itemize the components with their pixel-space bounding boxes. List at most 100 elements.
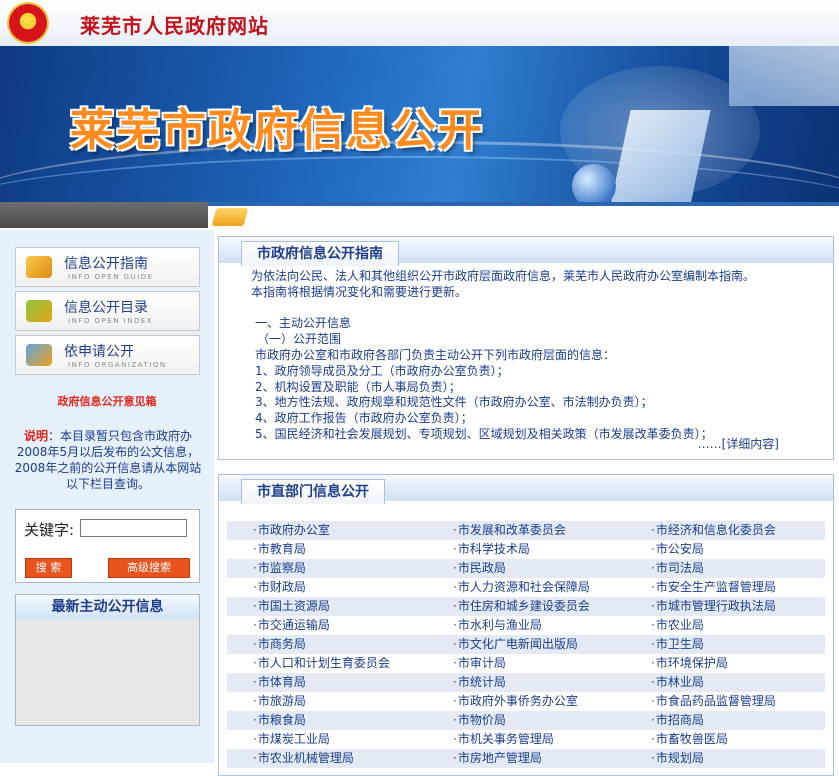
nav-strip <box>0 202 839 228</box>
department-link[interactable]: 市统计局 <box>453 673 506 692</box>
latest-info-title: 最新主动公开信息 <box>16 595 199 619</box>
nav-apply-open[interactable]: 依申请公开 INFO ORGANIZATION <box>15 335 200 375</box>
feedback-link[interactable]: 政府信息公开意见箱 <box>0 393 214 409</box>
department-link[interactable]: 市林业局 <box>651 673 704 692</box>
keyword-label: 关键字: <box>24 521 75 539</box>
department-link[interactable]: 市房地产管理局 <box>453 749 542 768</box>
department-link[interactable]: 市交通运输局 <box>253 616 330 635</box>
department-row: 市国土资源局 市住房和城乡建设委员会 市城市管理行政执法局 <box>227 597 825 616</box>
guide-line: 3、地方性法规、政府规章和规范性文件（市政府办公室、市法制办负责）； <box>255 395 653 410</box>
department-link[interactable]: 市农业机械管理局 <box>253 749 354 768</box>
department-link[interactable]: 市畜牧兽医局 <box>651 730 728 749</box>
banner-corner-decoration <box>729 46 839 106</box>
departments-panel: 市直部门信息公开 市政府办公室 市发展和改革委员会 市经济和信息化委员会市教育局 市科… <box>218 474 834 776</box>
department-link[interactable]: 市政府办公室 <box>253 521 330 540</box>
guide-body: 为依法向公民、法人和其他组织公开市政府层面政府信息，莱芜市人民政府办公室编制本指… <box>251 269 811 443</box>
site-header: ★ 莱芜市人民政府网站 <box>0 0 839 47</box>
department-row: 市监察局 市民政局 市司法局 <box>227 559 825 578</box>
guide-line: 1、政府领导成员及分工（市政府办公室负责）； <box>255 363 509 378</box>
department-link[interactable]: 市司法局 <box>651 559 704 578</box>
department-link[interactable]: 市环境保护局 <box>651 654 728 673</box>
department-link[interactable]: 市旅游局 <box>253 692 306 711</box>
banner-title: 莱芜市政府信息公开 <box>70 105 484 156</box>
nav-sublabel: INFO OPEN INDEX <box>68 317 154 325</box>
advanced-search-button[interactable]: 高级搜索 <box>108 558 190 578</box>
nav-sublabel: INFO ORGANIZATION <box>68 361 167 369</box>
nav-info-open-guide[interactable]: 信息公开指南 INFO OPEN GUIDE <box>15 247 200 287</box>
department-link[interactable]: 市政府外事侨务办公室 <box>453 692 578 711</box>
books-icon <box>26 300 52 322</box>
banner: 莱芜市政府信息公开 <box>0 46 839 202</box>
department-link[interactable]: 市文化广电新闻出版局 <box>453 635 578 654</box>
department-link[interactable]: 市发展和改革委员会 <box>453 521 566 540</box>
department-link[interactable]: 市公安局 <box>651 540 704 559</box>
national-emblem-icon: ★ <box>9 4 47 42</box>
department-row: 市财政局 市人力资源和社会保障局 市安全生产监督管理局 <box>227 578 825 597</box>
department-row: 市政府办公室 市发展和改革委员会 市经济和信息化委员会 <box>227 521 825 540</box>
search-box: 关键字: 搜 索 高级搜索 <box>15 509 200 583</box>
department-link[interactable]: 市煤炭工业局 <box>253 730 330 749</box>
globe-illustration-icon <box>572 164 616 202</box>
department-link[interactable]: 市教育局 <box>253 540 306 559</box>
department-link[interactable]: 市体育局 <box>253 673 306 692</box>
department-link[interactable]: 市安全生产监督管理局 <box>651 578 776 597</box>
more-details-link[interactable]: ……[详细内容] <box>698 435 779 452</box>
nav-label: 信息公开指南 <box>64 256 148 272</box>
notice-label: 说明 <box>23 429 48 443</box>
department-row: 市商务局 市文化广电新闻出版局 市卫生局 <box>227 635 825 654</box>
department-link[interactable]: 市机关事务管理局 <box>453 730 554 749</box>
department-link[interactable]: 市卫生局 <box>651 635 704 654</box>
department-link[interactable]: 市财政局 <box>253 578 306 597</box>
department-link[interactable]: 市人力资源和社会保障局 <box>453 578 590 597</box>
department-link[interactable]: 市水利与渔业局 <box>453 616 542 635</box>
department-row: 市交通运输局 市水利与渔业局 市农业局 <box>227 616 825 635</box>
department-row: 市体育局 市统计局 市林业局 <box>227 673 825 692</box>
department-link[interactable]: 市商务局 <box>253 635 306 654</box>
department-link[interactable]: 市住房和城乡建设委员会 <box>453 597 590 616</box>
nav-label: 依申请公开 <box>64 344 134 360</box>
department-row: 市农业机械管理局 市房地产管理局 市规划局 <box>227 749 825 768</box>
department-row: 市人口和计划生育委员会 市审计局 市环境保护局 <box>227 654 825 673</box>
department-link[interactable]: 市人口和计划生育委员会 <box>253 654 390 673</box>
department-link[interactable]: 市农业局 <box>651 616 704 635</box>
nav-info-open-index[interactable]: 信息公开目录 INFO OPEN INDEX <box>15 291 200 331</box>
department-link[interactable]: 市食品药品监督管理局 <box>651 692 776 711</box>
guide-tab[interactable]: 市政府信息公开指南 <box>241 241 399 266</box>
departments-tab[interactable]: 市直部门信息公开 <box>241 479 385 504</box>
folder-icon <box>26 344 52 366</box>
department-row: 市旅游局 市政府外事侨务办公室 市食品药品监督管理局 <box>227 692 825 711</box>
strip-left <box>0 202 208 228</box>
guide-line: 2、机构设置及职能（市人事局负责）； <box>255 379 461 394</box>
guide-line: 一、主动公开信息 <box>255 316 352 331</box>
department-link[interactable]: 市监察局 <box>253 559 306 578</box>
department-link[interactable]: 市科学技术局 <box>453 540 530 559</box>
department-link[interactable]: 市经济和信息化委员会 <box>651 521 776 540</box>
department-link[interactable]: 市国土资源局 <box>253 597 330 616</box>
department-link[interactable]: 市民政局 <box>453 559 506 578</box>
sidebar: 信息公开指南 INFO OPEN GUIDE 信息公开目录 INFO OPEN … <box>0 230 214 763</box>
department-link[interactable]: 市粮食局 <box>253 711 306 730</box>
guide-line: （一）公开范围 <box>257 332 342 347</box>
department-row: 市教育局 市科学技术局 市公安局 <box>227 540 825 559</box>
guide-icon <box>26 256 52 278</box>
department-link[interactable]: 市物价局 <box>453 711 506 730</box>
keyword-input[interactable] <box>80 519 187 537</box>
guide-line: 市政府办公室和市政府各部门负责主动公开下列市政府层面的信息： <box>255 347 616 362</box>
guide-line: 4、政府工作报告（市政府办公室负责）； <box>255 411 473 426</box>
latest-info-box: 最新主动公开信息 <box>15 594 200 726</box>
notice: 说明：本目录暂只包含市政府办2008年5月以后发布的公文信息，2008年之前的公… <box>14 428 202 492</box>
nav-label: 信息公开目录 <box>64 300 148 316</box>
guide-line: 为依法向公民、法人和其他组织公开市政府层面政府信息，莱芜市人民政府办公室编制本指… <box>251 269 756 283</box>
department-row: 市粮食局 市物价局 市招商局 <box>227 711 825 730</box>
search-button[interactable]: 搜 索 <box>25 558 72 578</box>
site-title[interactable]: 莱芜市人民政府网站 <box>80 10 269 39</box>
guide-panel: 市政府信息公开指南 为依法向公民、法人和其他组织公开市政府层面政府信息，莱芜市人… <box>218 236 834 460</box>
department-link[interactable]: 市招商局 <box>651 711 704 730</box>
department-link[interactable]: 市城市管理行政执法局 <box>651 597 776 616</box>
department-row: 市煤炭工业局 市机关事务管理局 市畜牧兽医局 <box>227 730 825 749</box>
department-link[interactable]: 市审计局 <box>453 654 506 673</box>
pen-icon <box>211 208 249 226</box>
nav-sublabel: INFO OPEN GUIDE <box>68 273 154 281</box>
guide-line <box>251 301 811 317</box>
department-link[interactable]: 市规划局 <box>651 749 704 768</box>
